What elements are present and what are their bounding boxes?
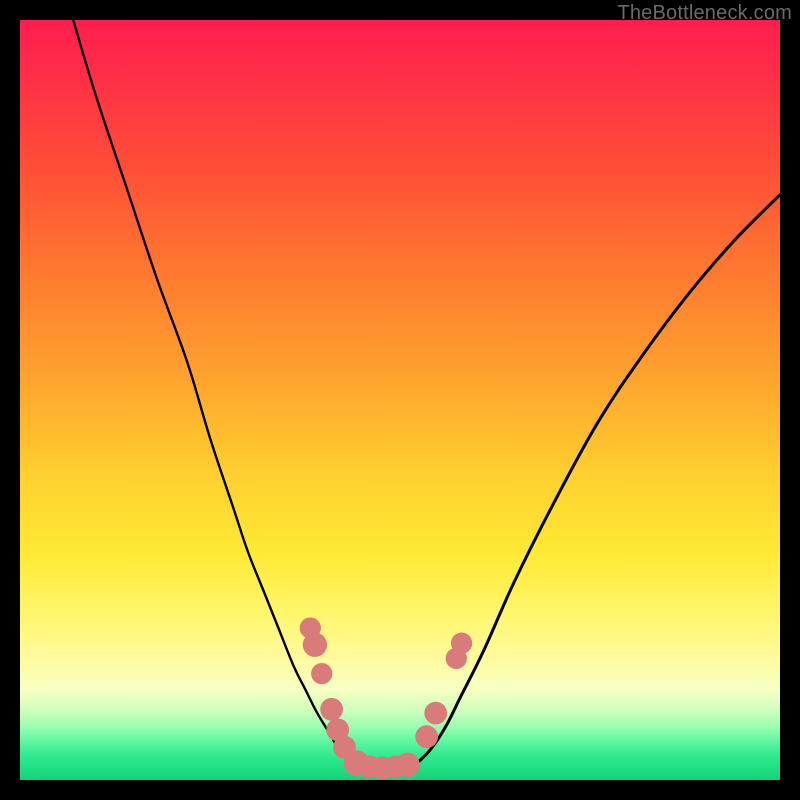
- data-marker: [311, 663, 332, 684]
- chart-svg: [20, 20, 780, 780]
- watermark-text: TheBottleneck.com: [617, 2, 792, 25]
- chart-frame: TheBottleneck.com: [0, 0, 800, 800]
- data-marker: [320, 698, 343, 721]
- marker-group: [300, 617, 473, 779]
- data-marker: [395, 753, 419, 777]
- data-marker: [303, 633, 327, 657]
- plot-area: [20, 20, 780, 780]
- data-marker: [415, 725, 438, 748]
- data-marker: [424, 702, 447, 725]
- right-curve: [415, 195, 780, 765]
- data-marker: [451, 633, 472, 654]
